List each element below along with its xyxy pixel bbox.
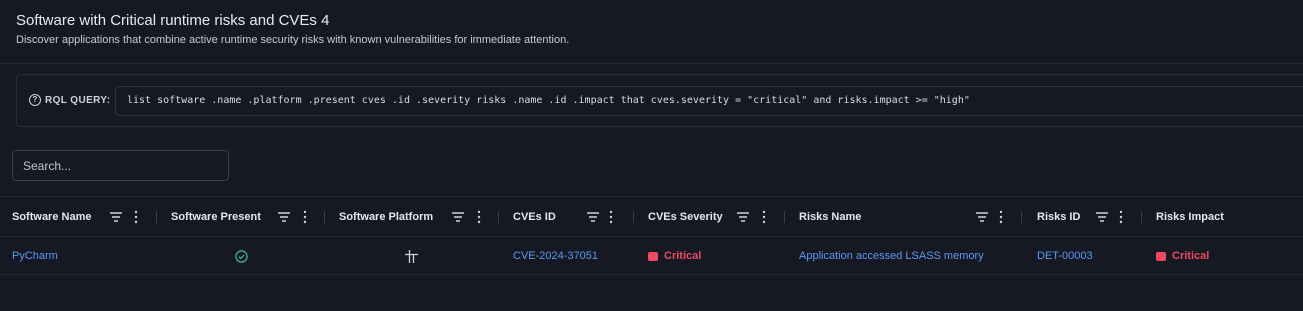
cve-severity-badge: Critical [648,237,701,275]
help-icon[interactable]: ? [29,94,41,106]
more-vertical-icon[interactable] [999,210,1003,224]
column-divider[interactable] [1021,211,1022,223]
column-header-risks-id[interactable]: Risks ID [1037,197,1142,237]
table-header: Software Name Software Present Software … [0,196,1303,237]
risk-impact-label: Critical [1172,250,1210,262]
column-header-risks-impact[interactable]: Risks Impact [1156,197,1296,237]
column-label: CVEs ID [513,211,556,223]
filter-icon[interactable] [110,212,122,222]
column-label: Risks Name [799,211,862,223]
column-divider[interactable] [784,211,785,223]
column-label: CVEs Severity [648,211,723,223]
filter-icon[interactable] [452,212,464,222]
page-header: Software with Critical runtime risks and… [0,0,1303,64]
search-input[interactable] [12,150,229,181]
page-subtitle: Discover applications that combine activ… [16,34,570,46]
risk-impact-badge: Critical [1156,237,1209,275]
column-divider[interactable] [498,211,499,223]
page-title: Software with Critical runtime risks and… [16,12,330,29]
column-header-software-present[interactable]: Software Present [171,197,323,237]
cve-severity-label: Critical [664,250,702,262]
cve-id-link[interactable]: CVE-2024-37051 [513,237,598,275]
more-vertical-icon[interactable] [1119,210,1123,224]
severity-dot [648,251,658,261]
filter-icon[interactable] [587,212,599,222]
column-header-cves-severity[interactable]: CVEs Severity [648,197,773,237]
more-vertical-icon[interactable] [303,210,307,224]
check-circle-icon [235,237,248,275]
rql-query-label-group: ? RQL QUERY: [29,94,110,106]
column-header-risks-name[interactable]: Risks Name [799,197,1009,237]
column-header-cves-id[interactable]: CVEs ID [513,197,633,237]
rql-query-field[interactable]: list software .name .platform .present c… [115,86,1303,116]
column-divider[interactable] [1141,211,1142,223]
more-vertical-icon[interactable] [609,210,613,224]
risk-name-link[interactable]: Application accessed LSASS memory [799,237,984,275]
more-vertical-icon[interactable] [762,210,766,224]
severity-dot [1156,251,1166,261]
column-label: Software Present [171,211,261,223]
risk-id-link[interactable]: DET-00003 [1037,237,1093,275]
windows-icon [405,237,418,275]
rql-query-panel: ? RQL QUERY: list software .name .platfo… [16,74,1303,127]
filter-icon[interactable] [1096,212,1108,222]
results-table: Software Name Software Present Software … [0,196,1303,275]
column-header-software-name[interactable]: Software Name [12,197,157,237]
column-divider[interactable] [633,211,634,223]
more-vertical-icon[interactable] [477,210,481,224]
column-label: Risks Impact [1156,211,1224,223]
column-label: Software Platform [339,211,434,223]
column-label: Risks ID [1037,211,1081,223]
column-label: Software Name [12,211,92,223]
table-row[interactable]: PyCharm CVE-2024-37051 Critical Applicat… [0,237,1303,275]
column-header-software-platform[interactable]: Software Platform [339,197,497,237]
rql-query-label: RQL QUERY: [45,94,111,106]
filter-icon[interactable] [976,212,988,222]
software-name-link[interactable]: PyCharm [12,237,58,275]
filter-icon[interactable] [278,212,290,222]
column-divider[interactable] [324,211,325,223]
more-vertical-icon[interactable] [134,210,138,224]
filter-icon[interactable] [737,212,749,222]
column-divider[interactable] [156,211,157,223]
